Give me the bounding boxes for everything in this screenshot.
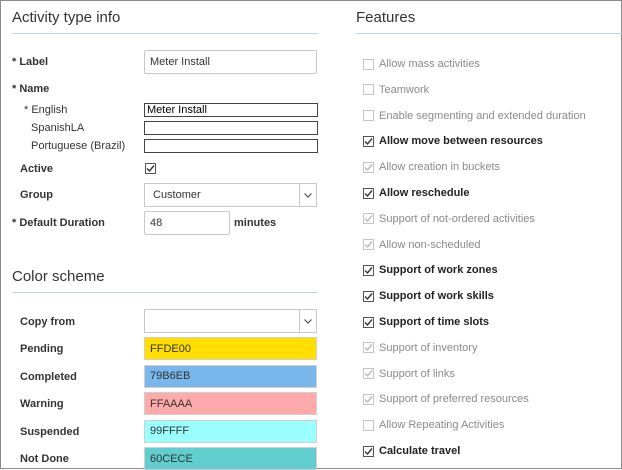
feature-item[interactable]: Support of work skills — [363, 290, 494, 302]
feature-label: Support of time slots — [379, 316, 489, 328]
feature-label: Support of links — [379, 367, 455, 380]
feature-checkbox — [363, 161, 374, 173]
feature-item: Support of inventory — [363, 342, 477, 354]
check-icon — [364, 447, 373, 455]
color-section-divider — [12, 292, 318, 293]
feature-label: Allow creation in buckets — [379, 161, 501, 174]
activity-section-divider — [12, 33, 318, 34]
feature-item[interactable]: Support of work zones — [363, 264, 498, 276]
feature-label: Support of work skills — [379, 290, 494, 303]
feature-item: Support of not-ordered activities — [363, 213, 535, 225]
check-icon — [364, 395, 373, 403]
feature-label: Allow move between resources — [379, 135, 543, 148]
feature-checkbox — [363, 213, 374, 225]
features-section-divider — [356, 33, 622, 34]
chevron-down-icon[interactable] — [299, 184, 316, 206]
activity-type-info-title: Activity type info — [12, 9, 121, 26]
english-name-input[interactable]: Meter Install — [144, 103, 318, 117]
check-icon — [364, 215, 373, 223]
feature-checkbox[interactable] — [363, 187, 374, 199]
color-value-input[interactable]: FFAAAA — [144, 392, 317, 416]
check-icon — [364, 241, 373, 249]
color-row-label: Pending — [20, 343, 64, 355]
color-scheme-title: Color scheme — [12, 268, 105, 285]
feature-checkbox — [363, 58, 374, 70]
feature-checkbox — [363, 393, 374, 405]
feature-label: Support of not-ordered activities — [379, 212, 535, 225]
color-value-input[interactable]: FFDE00 — [144, 337, 317, 360]
feature-label: Teamwork — [379, 83, 430, 96]
copy-from-caption: Copy from — [20, 316, 75, 328]
check-icon — [364, 370, 373, 378]
feature-label: Allow non-scheduled — [379, 238, 481, 251]
color-row-label: Suspended — [20, 425, 80, 438]
feature-checkbox[interactable] — [363, 264, 374, 276]
label-input[interactable]: Meter Install — [144, 50, 317, 74]
check-icon — [364, 163, 373, 171]
feature-checkbox — [363, 419, 374, 431]
color-value-input[interactable]: 79B6EB — [144, 364, 317, 388]
feature-item: Support of preferred resources — [363, 393, 529, 405]
feature-item: Support of links — [363, 368, 455, 380]
feature-checkbox — [363, 84, 374, 96]
feature-label: Allow Repeating Activities — [379, 419, 505, 432]
check-icon — [146, 165, 155, 173]
portuguese-name-input[interactable] — [144, 139, 318, 153]
group-select[interactable]: Customer — [144, 183, 317, 207]
copy-from-select[interactable] — [144, 309, 317, 333]
color-row-label: Warning — [20, 398, 64, 411]
check-icon — [364, 318, 373, 326]
active-caption: Active — [20, 163, 54, 175]
active-checkbox[interactable] — [145, 163, 156, 174]
feature-checkbox — [363, 110, 374, 122]
feature-checkbox[interactable] — [363, 135, 374, 147]
name-caption: * Name — [12, 83, 50, 95]
check-icon — [364, 189, 373, 197]
color-row-label: Completed — [20, 370, 77, 383]
group-value: Customer — [153, 189, 201, 201]
feature-checkbox[interactable] — [363, 445, 374, 457]
feature-checkbox[interactable] — [363, 316, 374, 328]
chevron-down-icon[interactable] — [299, 310, 316, 332]
feature-label: Enable segmenting and extended duration — [379, 109, 586, 122]
feature-item: Teamwork — [363, 84, 429, 96]
feature-label: Allow reschedule — [379, 187, 470, 199]
feature-item: Allow non-scheduled — [363, 239, 481, 251]
feature-checkbox — [363, 239, 374, 251]
default-duration-input[interactable]: 48 — [144, 211, 230, 235]
feature-item[interactable]: Support of time slots — [363, 316, 489, 328]
feature-checkbox — [363, 342, 374, 354]
feature-label: Allow mass activities — [379, 58, 480, 70]
color-value-input[interactable]: 99FFFF — [144, 419, 317, 443]
feature-label: Support of preferred resources — [379, 393, 529, 406]
feature-item: Allow mass activities — [363, 58, 480, 70]
feature-label: Support of work zones — [379, 264, 498, 277]
spanish-name-input[interactable] — [144, 121, 318, 135]
default-duration-caption: * Default Duration — [12, 217, 105, 229]
color-value-input[interactable]: 60CECE — [144, 447, 317, 470]
feature-item[interactable]: Allow move between resources — [363, 135, 543, 147]
features-title: Features — [356, 9, 416, 26]
feature-checkbox[interactable] — [363, 290, 374, 302]
feature-label: Calculate travel — [379, 445, 461, 457]
feature-item: Allow creation in buckets — [363, 161, 500, 173]
check-icon — [364, 344, 373, 352]
feature-item: Allow Repeating Activities — [363, 419, 504, 431]
feature-label: Support of inventory — [379, 341, 478, 354]
check-icon — [364, 137, 373, 145]
group-caption: Group — [20, 189, 53, 201]
label-caption: * Label — [12, 56, 49, 68]
color-row-label: Not Done — [20, 453, 69, 466]
feature-item[interactable]: Allow reschedule — [363, 187, 469, 199]
portuguese-caption: Portuguese (Brazil) — [31, 140, 126, 152]
duration-unit: minutes — [234, 217, 277, 229]
check-icon — [364, 292, 373, 300]
feature-item: Enable segmenting and extended duration — [363, 110, 586, 122]
english-caption: * English — [24, 104, 68, 116]
spanish-caption: SpanishLA — [31, 122, 85, 134]
check-icon — [364, 266, 373, 274]
feature-checkbox — [363, 368, 374, 380]
feature-item[interactable]: Calculate travel — [363, 445, 460, 457]
